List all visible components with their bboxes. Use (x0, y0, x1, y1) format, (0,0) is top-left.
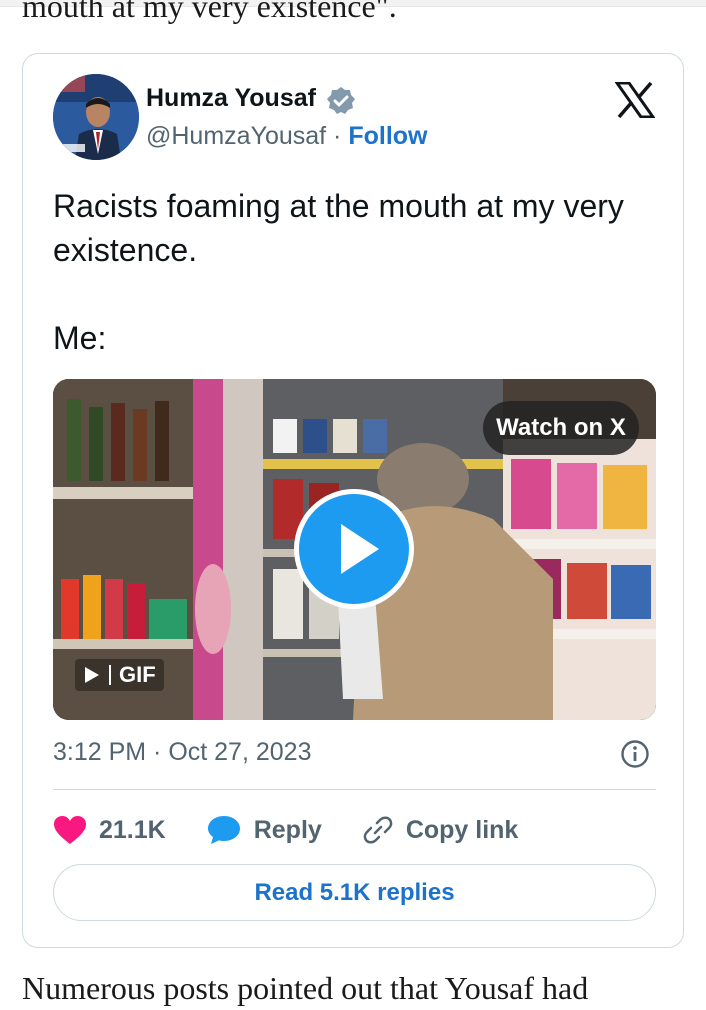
tweet-text-line: Racists foaming at the mouth at my very … (53, 188, 624, 268)
like-button[interactable]: 21.1K (53, 815, 166, 845)
verified-badge-icon (327, 87, 355, 114)
tweet-actions: 21.1K Reply Copy link (53, 808, 558, 852)
copy-link-button[interactable]: Copy link (362, 814, 519, 846)
watch-on-x-button[interactable]: Watch on X (483, 401, 639, 455)
tweet-text-line: Me: (53, 320, 107, 356)
article-paragraph-bottom: Numerous posts pointed out that Yousaf h… (22, 970, 589, 1006)
tweet-text: Racists foaming at the mouth at my very … (53, 184, 653, 360)
handle-separator: · (326, 122, 349, 150)
read-replies-button[interactable]: Read 5.1K replies (53, 864, 656, 921)
author-handle[interactable]: @HumzaYousaf (146, 122, 326, 150)
tweet-timestamp[interactable]: 3:12 PM · Oct 27, 2023 (53, 738, 311, 767)
follow-button[interactable]: Follow (348, 122, 427, 150)
reply-label: Reply (253, 815, 322, 844)
tweet-media-gif[interactable]: Watch on X GIF (53, 379, 656, 720)
article-paragraph-top: mouth at my very existence". (22, 0, 397, 24)
play-button[interactable] (294, 489, 414, 609)
reply-bubble-icon (207, 816, 240, 844)
play-small-icon (85, 667, 99, 683)
like-count: 21.1K (99, 815, 166, 844)
play-icon (341, 524, 379, 574)
x-logo-icon[interactable] (615, 82, 655, 118)
author-name[interactable]: Humza Yousaf (146, 84, 316, 113)
info-icon[interactable] (620, 739, 650, 769)
reply-button[interactable]: Reply (206, 814, 322, 846)
heart-icon (54, 816, 86, 844)
link-icon (363, 816, 393, 844)
handle-row: @HumzaYousaf · Follow (146, 122, 427, 151)
tweet-embed-card[interactable]: Humza Yousaf @HumzaYousaf · Follow Racis… (22, 53, 684, 948)
gif-badge: GIF (75, 659, 164, 691)
gif-label: GIF (119, 662, 156, 687)
author-avatar[interactable] (53, 74, 139, 160)
divider (53, 789, 656, 790)
copy-link-label: Copy link (405, 815, 519, 844)
